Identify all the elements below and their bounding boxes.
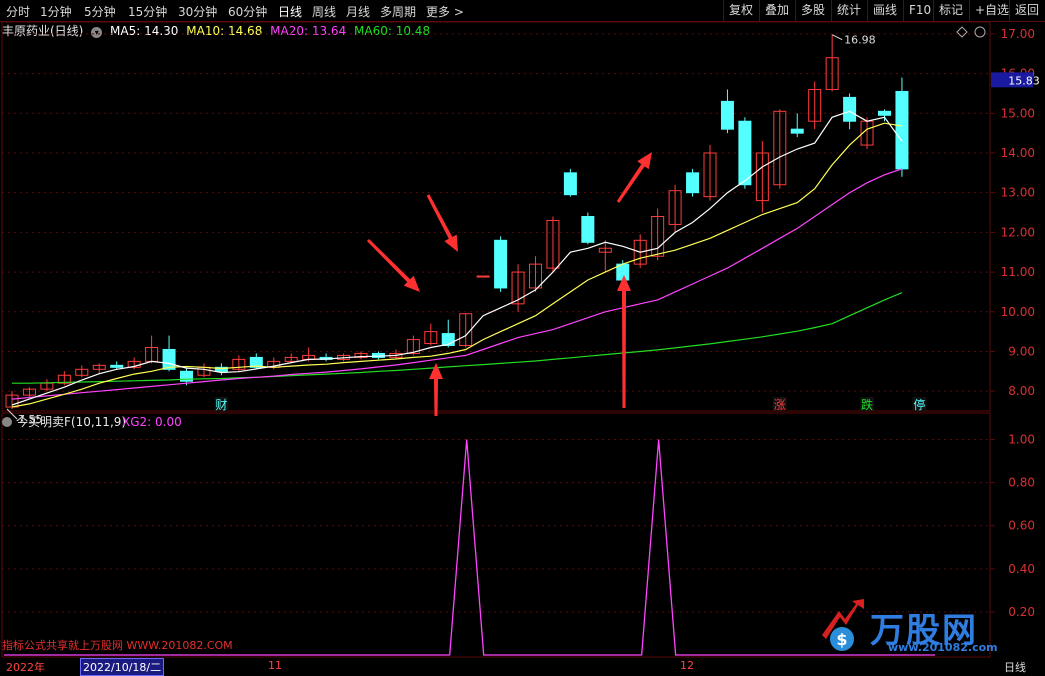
candle-body[interactable]: [790, 128, 804, 134]
price-tick-label: 13.00: [1001, 186, 1035, 200]
candle-body[interactable]: [878, 110, 891, 116]
candle-body[interactable]: [110, 364, 124, 368]
indicator-tick-label: 0.60: [1008, 519, 1035, 533]
promo-text: 指标公式共享就上万股网 WWW.201082.COM: [2, 639, 233, 652]
candle-body[interactable]: [581, 216, 595, 243]
candle-body[interactable]: [895, 90, 909, 170]
event-marker[interactable]: 停: [913, 397, 925, 412]
annotation-arrow: [429, 363, 443, 416]
date-axis-bar: 2022年 2022/10/18/二 11 12 日线: [0, 658, 1045, 676]
chevron-down-icon[interactable]: [2, 417, 12, 427]
ma60-line: [12, 292, 903, 384]
price-tick-label: 11.00: [1001, 265, 1035, 279]
price-tick-label: 9.00: [1008, 344, 1035, 358]
annotation-arrow: [426, 194, 458, 252]
price-tick-label: 8.00: [1008, 384, 1035, 398]
candle-body[interactable]: [843, 96, 857, 122]
candle-body[interactable]: [686, 172, 700, 194]
annotation-arrow: [366, 238, 420, 292]
candle-body[interactable]: [162, 348, 176, 370]
candle-body[interactable]: [563, 172, 577, 196]
indicator-tick-label: 1.00: [1008, 433, 1035, 447]
xg2-value: XG2: 0.00: [122, 415, 182, 429]
price-panel-frame: [1, 21, 991, 412]
month-12-label: 12: [680, 659, 694, 672]
high-pointer: [831, 34, 843, 41]
ma20-line: [11, 168, 903, 400]
indicator-tick-label: 0.80: [1008, 476, 1035, 490]
annotation-arrow: [616, 152, 652, 203]
candle-body[interactable]: [494, 239, 508, 289]
candle-body[interactable]: [476, 275, 490, 278]
watermark-logo: $ 万股网 www.201082.com: [818, 595, 1033, 657]
settings-icon[interactable]: [974, 26, 986, 38]
candle-body[interactable]: [720, 100, 734, 130]
annotation-arrow: [617, 275, 631, 408]
event-marker[interactable]: 涨: [774, 397, 786, 412]
candle-body[interactable]: [738, 120, 752, 186]
diamond-icon[interactable]: [956, 26, 968, 38]
price-tick-label: 14.00: [1001, 146, 1035, 160]
kline-chart[interactable]: 17.0016.0015.0014.0013.0012.0011.0010.00…: [0, 0, 1045, 674]
month-11-label: 11: [268, 659, 282, 672]
price-tick-label: 10.00: [1001, 305, 1035, 319]
period-label[interactable]: 日线: [1004, 659, 1026, 675]
date-cursor-label: 2022/10/18/二: [80, 658, 165, 676]
svg-text:$: $: [836, 630, 847, 649]
price-tick-label: 15.00: [1001, 106, 1035, 120]
year-label: 2022年: [6, 661, 45, 674]
high-price-label: 16.98: [844, 34, 876, 47]
logo-arrows-icon: $: [822, 599, 864, 651]
event-marker[interactable]: 跌: [861, 397, 873, 412]
current-price-label: 15.83: [1008, 74, 1040, 87]
price-tick-label: 17.00: [1001, 27, 1035, 41]
indicator-name[interactable]: 今买明卖F(10,11,9): [16, 414, 126, 429]
price-tick-label: 12.00: [1001, 225, 1035, 239]
watermark-url: www.201082.com: [888, 641, 998, 654]
indicator-tick-label: 0.40: [1008, 562, 1035, 576]
xg2-signal-line: [4, 439, 935, 656]
event-marker[interactable]: 财: [215, 398, 227, 412]
